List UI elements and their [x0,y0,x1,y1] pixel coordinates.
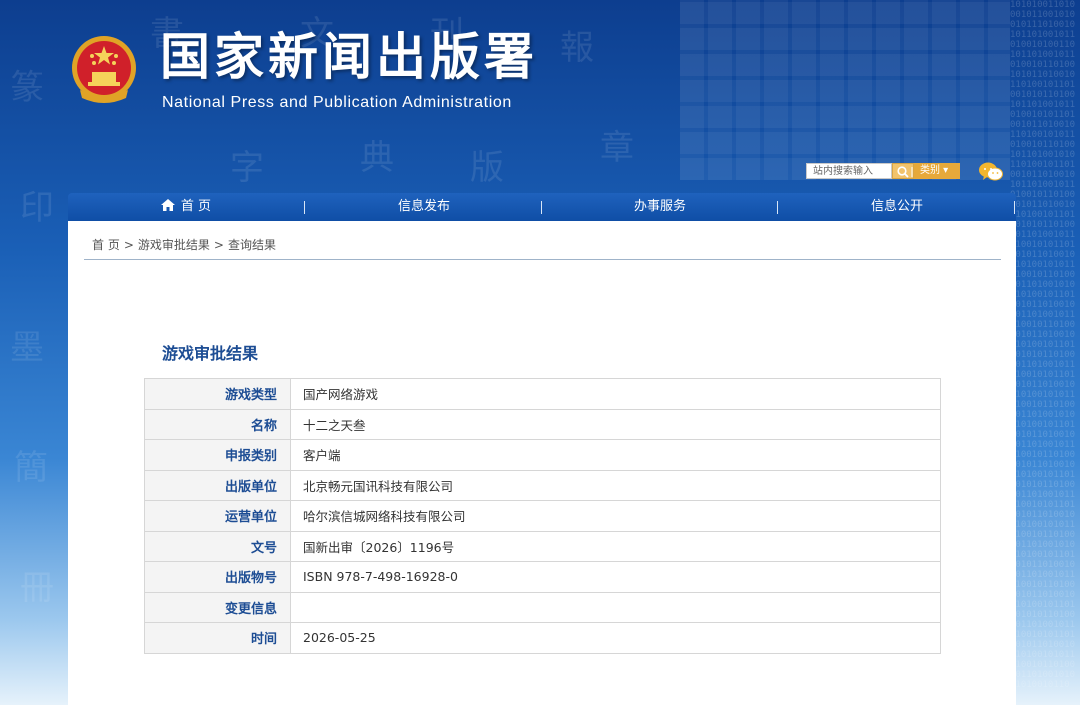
category-select[interactable]: 类别 ▾ [914,163,960,179]
row-label: 运营单位 [144,500,291,532]
nav-info-disclosure[interactable]: 信息公开 [857,193,937,221]
search-input[interactable]: 站内搜索输入 [806,163,892,179]
site-title-en: National Press and Publication Administr… [162,94,512,111]
row-value: 国产网络游戏 [290,378,941,410]
table-row: 名称 十二之天叁 [144,408,941,440]
table-row: 申报类别 客户端 [144,439,941,471]
nav-divider [1014,201,1015,214]
search-icon [897,166,913,178]
row-label: 名称 [144,408,291,440]
main-content: 首 页 > 游戏审批结果 > 查询结果 游戏审批结果 游戏类型 国产网络游戏 名称 十二之天叁… [68,221,1016,705]
breadcrumb-separator: > [123,238,134,252]
table-row: 游戏类型 国产网络游戏 [144,378,941,410]
site-title-cn: 国家新闻出版署 [160,27,538,86]
main-navbar: 首 页 信息发布 办事服务 信息公开 [68,193,1016,221]
row-label: 出版物号 [144,561,291,593]
row-value: 北京畅元国讯科技有限公司 [290,469,941,501]
row-label: 出版单位 [144,469,291,501]
breadcrumb-current: 查询结果 [227,238,276,252]
row-value: 国新出审〔2026〕1196号 [290,530,941,562]
breadcrumb-game-approval[interactable]: 游戏审批结果 [138,238,210,252]
row-value: 客户端 [290,439,941,471]
row-value: ISBN 978-7-498-16928-0 [290,561,941,593]
search-button[interactable] [892,163,914,179]
table-row: 变更信息 [144,591,941,623]
table-row: 时间 2026-05-25 [144,622,941,654]
nav-home-label: 首 页 [180,199,212,214]
table-row: 出版物号 ISBN 978-7-498-16928-0 [144,561,941,593]
breadcrumb: 首 页 > 游戏审批结果 > 查询结果 [92,236,276,253]
home-icon [160,199,175,211]
row-label: 申报类别 [144,439,291,471]
nav-divider [541,201,542,214]
breadcrumb-home[interactable]: 首 页 [92,238,120,252]
row-label: 时间 [144,622,291,654]
row-label: 文号 [144,530,291,562]
row-label: 游戏类型 [144,378,291,410]
nav-info-release[interactable]: 信息发布 [384,193,464,221]
row-value: 十二之天叁 [290,408,941,440]
nav-home[interactable]: 首 页 [156,193,216,221]
row-value: 2026-05-25 [290,622,941,654]
wechat-icon[interactable] [978,161,1004,183]
nav-divider [777,201,778,214]
background-tiles [680,0,1010,180]
nav-divider [304,201,305,214]
row-value: 哈尔滨信城网络科技有限公司 [290,500,941,532]
nav-services[interactable]: 办事服务 [620,193,700,221]
approval-result-table: 游戏类型 国产网络游戏 名称 十二之天叁 申报类别 客户端 出版单位 北京畅元国讯科技有限公司… [144,378,941,654]
section-title: 游戏审批结果 [162,344,259,363]
breadcrumb-separator: > [213,238,224,252]
table-row: 出版单位 北京畅元国讯科技有限公司 [144,469,941,501]
breadcrumb-divider [84,259,1001,260]
row-value [290,591,941,623]
national-emblem-logo [68,34,140,108]
table-row: 运营单位 哈尔滨信城网络科技有限公司 [144,500,941,532]
row-label: 变更信息 [144,591,291,623]
table-row: 文号 国新出审〔2026〕1196号 [144,530,941,562]
background-binary-pattern: 1010100110100010110010100101110100101011… [1010,0,1076,690]
